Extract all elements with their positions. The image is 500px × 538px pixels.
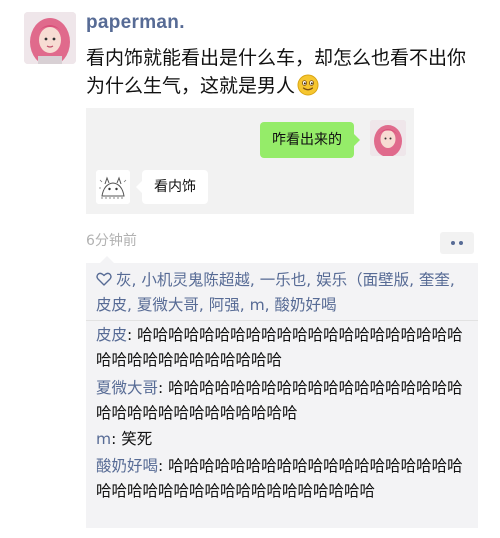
comment-author[interactable]: 酸奶好喝 xyxy=(96,457,158,475)
comment-separator: : xyxy=(111,430,122,448)
chat-bubble-sent: 咋看出来的 xyxy=(260,122,360,158)
comment-author[interactable]: m xyxy=(96,430,111,448)
more-actions-button[interactable] xyxy=(440,232,474,254)
chat-avatar-self xyxy=(370,120,406,156)
chat-avatar-other xyxy=(96,170,130,204)
avatar-photo-small xyxy=(370,120,406,156)
post-time: 6分钟前 xyxy=(86,233,137,249)
comment-text: 笑死 xyxy=(121,430,153,448)
poster-username[interactable]: paperman. xyxy=(86,12,185,34)
poster-avatar[interactable] xyxy=(24,12,76,64)
comment-item[interactable]: 酸奶好喝: 哈哈哈哈哈哈哈哈哈哈哈哈哈哈哈哈哈哈哈哈哈哈哈哈哈哈哈哈哈哈哈哈哈哈… xyxy=(96,454,472,504)
avatar-photo xyxy=(24,12,76,64)
likes-names[interactable]: 灰, 小机灵鬼陈超越, 一乐也, 娱乐（面壁版, 奎奎, 皮皮, 夏微大哥, 阿… xyxy=(96,271,455,314)
comment-author[interactable]: 皮皮 xyxy=(96,326,127,344)
comment-separator: : xyxy=(158,457,169,475)
post-body: 看内饰就能看出是什么车，却怎么也看不出你为什么生气，这就是男人 xyxy=(86,47,467,97)
comment-item[interactable]: 皮皮: 哈哈哈哈哈哈哈哈哈哈哈哈哈哈哈哈哈哈哈哈哈哈哈哈哈哈哈哈哈哈哈哈哈 xyxy=(96,323,472,373)
likes-comments-panel: 灰, 小机灵鬼陈超越, 一乐也, 娱乐（面壁版, 奎奎, 皮皮, 夏微大哥, 阿… xyxy=(86,256,478,528)
more-dot-icon xyxy=(451,241,455,245)
post-text: 看内饰就能看出是什么车，却怎么也看不出你为什么生气，这就是男人 xyxy=(86,44,482,100)
comment-item[interactable]: 夏微大哥: 哈哈哈哈哈哈哈哈哈哈哈哈哈哈哈哈哈哈哈哈哈哈哈哈哈哈哈哈哈哈哈哈 xyxy=(96,376,472,426)
cartoon-avatar-icon xyxy=(96,170,130,204)
quoted-chat-card[interactable]: 咋看出来的 看内饰 xyxy=(86,108,414,214)
heart-icon xyxy=(96,272,112,286)
comment-separator: : xyxy=(158,379,169,397)
chat-bubble-received: 看内饰 xyxy=(136,170,208,204)
comment-separator: : xyxy=(127,326,138,344)
comment-author[interactable]: 夏微大哥 xyxy=(96,379,158,397)
comment-text: 哈哈哈哈哈哈哈哈哈哈哈哈哈哈哈哈哈哈哈哈哈哈哈哈哈哈哈哈哈哈哈哈哈 xyxy=(96,326,463,369)
more-dot-icon xyxy=(459,241,463,245)
likes-list: 灰, 小机灵鬼陈超越, 一乐也, 娱乐（面壁版, 奎奎, 皮皮, 夏微大哥, 阿… xyxy=(96,268,472,318)
likes-divider xyxy=(86,320,478,321)
smile-emoji-icon xyxy=(297,74,319,96)
comment-item[interactable]: m: 笑死 xyxy=(96,427,472,452)
